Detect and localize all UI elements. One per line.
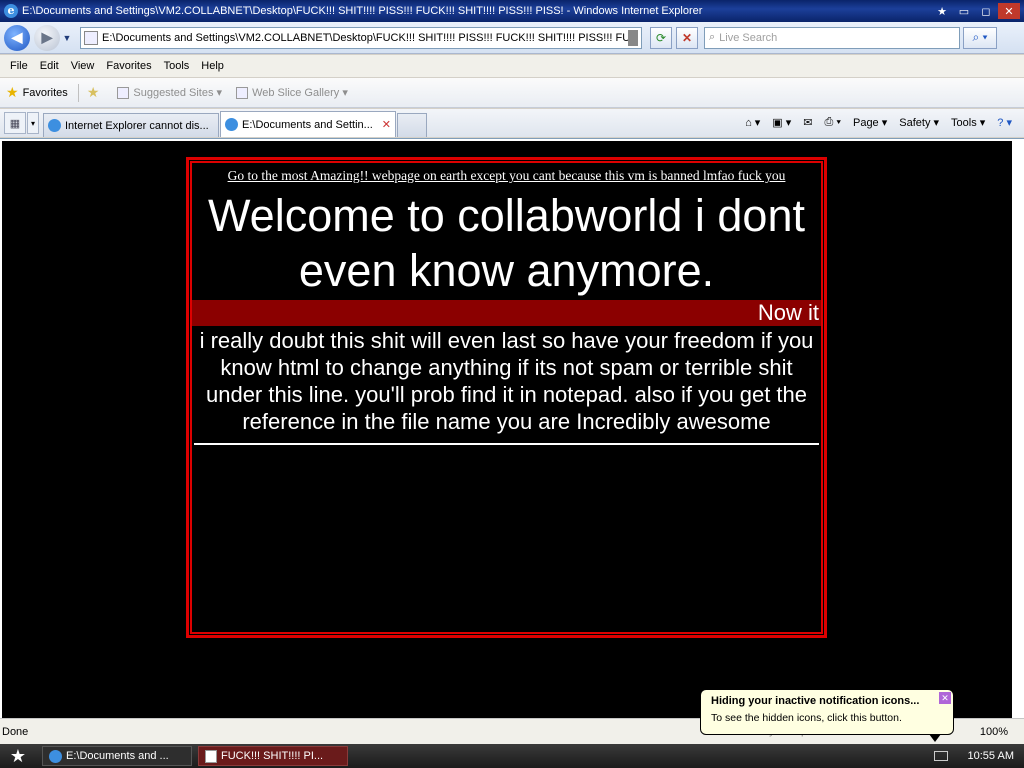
search-box[interactable]: ⌕ Live Search (704, 26, 960, 49)
tab-list-dropdown[interactable]: ▾ (27, 112, 39, 134)
address-scrollbar[interactable] (628, 29, 638, 46)
home-icon[interactable]: ⌂ ▾ (745, 116, 760, 129)
address-input[interactable]: E:\Documents and Settings\VM2.COLLABNET\… (102, 32, 628, 44)
menu-favorites[interactable]: Favorites (100, 60, 157, 72)
tab-label: Internet Explorer cannot dis... (65, 119, 209, 132)
page-icon (84, 30, 98, 45)
feeds-icon[interactable]: ▣ ▾ (772, 116, 791, 129)
menu-tools[interactable]: Tools (158, 60, 196, 72)
notepad-icon (205, 749, 217, 763)
tab-current-file[interactable]: E:\Documents and Settin... ✕ (220, 111, 396, 137)
favorite-star-icon[interactable]: ★ (932, 3, 952, 19)
taskbar: ★ E:\Documents and ... FUCK!!! SHIT!!!! … (0, 744, 1024, 768)
page-headline: Welcome to collabworld i dont even know … (208, 190, 805, 296)
new-tab-button[interactable] (397, 113, 427, 137)
suggested-sites-icon (117, 86, 130, 99)
menu-bar: File Edit View Favorites Tools Help (0, 55, 1024, 77)
favorites-bar: ★ Favorites ★ Suggested Sites ▾ Web Slic… (0, 78, 1024, 108)
page-paragraph: i really doubt this shit will even last … (199, 328, 814, 434)
notification-balloon[interactable]: Hiding your inactive notification icons.… (700, 689, 954, 742)
command-bar: ⌂ ▾ ▣ ▾ ✉ ⎙ ▾ Page ▾ Safety ▾ Tools ▾ ? … (745, 110, 1024, 134)
menu-help[interactable]: Help (195, 60, 230, 72)
forward-button[interactable]: ▶ (34, 24, 60, 51)
web-slice-gallery-label: Web Slice Gallery ▾ (252, 87, 348, 99)
quick-tabs-button[interactable]: ▦ (4, 112, 26, 134)
zoom-level[interactable]: 100% (980, 726, 1008, 738)
balloon-tail (929, 734, 941, 742)
web-page: Go to the most Amazing!! webpage on eart… (2, 141, 1012, 719)
search-button[interactable]: ⌕ ▾ (963, 26, 997, 49)
window-controls: ★ ▭ ◻ ✕ (932, 3, 1020, 19)
add-to-favorites-icon: ★ (86, 84, 100, 100)
taskbar-item-ie[interactable]: E:\Documents and ... (42, 746, 192, 766)
menu-edit[interactable]: Edit (34, 60, 65, 72)
print-icon[interactable]: ⎙ ▾ (825, 116, 841, 129)
address-bar[interactable]: E:\Documents and Settings\VM2.COLLABNET\… (80, 26, 642, 49)
stop-button[interactable]: ✕ (676, 26, 698, 49)
favorites-label: Favorites (22, 86, 68, 99)
status-text: Done (2, 725, 29, 738)
refresh-button[interactable]: ⟳ (650, 26, 672, 49)
ie-tab-icon (48, 119, 61, 132)
taskbar-item-label: FUCK!!! SHIT!!!! PI... (221, 750, 324, 762)
favorites-button[interactable]: ★ Favorites (6, 84, 68, 101)
taskbar-item-label: E:\Documents and ... (66, 750, 169, 762)
close-tab-icon[interactable]: ✕ (382, 118, 391, 131)
tab-label: E:\Documents and Settin... (242, 118, 373, 131)
title-bar[interactable]: e E:\Documents and Settings\VM2.COLLABNE… (0, 0, 1024, 22)
horizontal-rule (194, 443, 819, 445)
maximize-button[interactable]: ◻ (976, 3, 996, 19)
menu-view[interactable]: View (65, 60, 101, 72)
search-input[interactable]: Live Search (719, 32, 777, 44)
vertical-scrollbar[interactable] (1012, 139, 1024, 719)
ie-logo-icon: e (4, 4, 18, 18)
marquee-bar: Now it (192, 300, 821, 326)
tab-error-page[interactable]: Internet Explorer cannot dis... (43, 113, 219, 137)
start-button[interactable]: ★ (0, 744, 36, 768)
balloon-close-icon[interactable]: ✕ (939, 692, 951, 704)
clock[interactable]: 10:55 AM (968, 750, 1014, 762)
menu-file[interactable]: File (4, 60, 34, 72)
page-menu[interactable]: Page ▾ (853, 116, 887, 129)
suggested-sites-button[interactable]: Suggested Sites ▾ (117, 86, 222, 99)
ie-taskbar-icon (49, 749, 62, 763)
back-button[interactable]: ◀ (4, 24, 30, 51)
navigation-bar: ◀ ▶ ▼ E:\Documents and Settings\VM2.COLL… (0, 22, 1024, 54)
tools-menu[interactable]: Tools ▾ (951, 116, 985, 129)
favorites-star-icon: ★ (6, 84, 19, 100)
balloon-text: To see the hidden icons, click this butt… (711, 712, 902, 724)
amazing-webpage-link[interactable]: Go to the most Amazing!! webpage on eart… (192, 168, 821, 184)
web-slice-gallery-icon (236, 86, 249, 99)
minimize-button[interactable]: ▭ (954, 3, 974, 19)
keyboard-icon[interactable] (933, 751, 948, 761)
inner-box: Go to the most Amazing!! webpage on eart… (190, 161, 823, 634)
add-favorites-button[interactable]: ★ (87, 84, 104, 101)
safety-menu[interactable]: Safety ▾ (899, 116, 939, 129)
history-dropdown-icon[interactable]: ▼ (60, 33, 74, 43)
window-title: E:\Documents and Settings\VM2.COLLABNET\… (22, 5, 703, 17)
help-icon[interactable]: ? ▾ (997, 116, 1012, 129)
red-bordered-box: Go to the most Amazing!! webpage on eart… (186, 157, 827, 638)
taskbar-item-notepad[interactable]: FUCK!!! SHIT!!!! PI... (198, 746, 348, 766)
ie-tab-icon (225, 118, 238, 131)
suggested-sites-label: Suggested Sites ▾ (133, 87, 223, 99)
live-search-icon: ⌕ (709, 31, 716, 43)
browser-content: Go to the most Amazing!! webpage on eart… (0, 138, 1024, 719)
favorites-divider (77, 83, 79, 102)
balloon-title: Hiding your inactive notification icons.… (711, 695, 920, 707)
read-mail-icon[interactable]: ✉ (803, 116, 812, 129)
marquee-text: Now it (757, 300, 819, 325)
web-slice-gallery-button[interactable]: Web Slice Gallery ▾ (236, 86, 348, 99)
close-button[interactable]: ✕ (998, 3, 1020, 19)
system-tray: 10:55 AM (933, 750, 1024, 762)
